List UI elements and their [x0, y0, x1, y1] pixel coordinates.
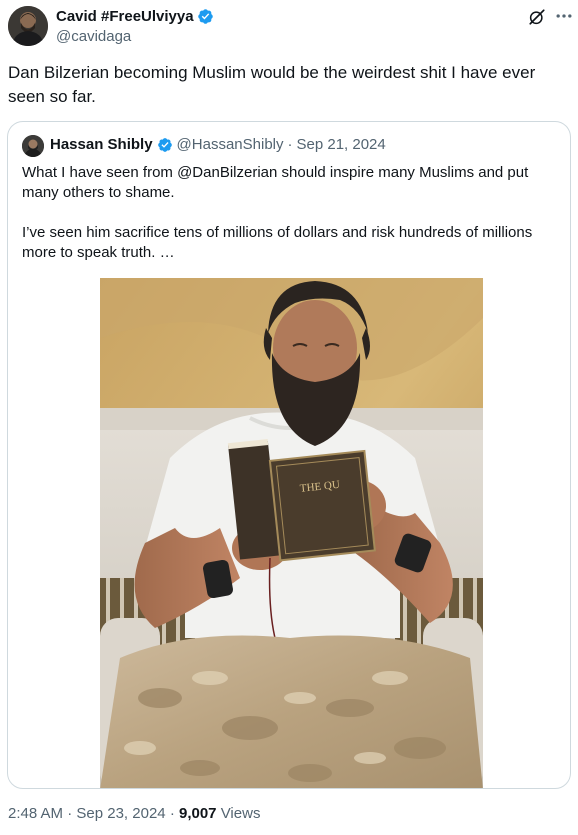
verified-badge-icon: [197, 9, 213, 24]
tweet-date[interactable]: Sep 23, 2024: [76, 805, 165, 822]
author-name[interactable]: Cavid #FreeUlviyya: [56, 8, 214, 25]
meta-separator: ·: [169, 805, 175, 822]
more-icon[interactable]: [554, 6, 574, 26]
quoted-author-handle[interactable]: @HassanShibly: [177, 136, 284, 153]
quoted-photo[interactable]: THE QU: [100, 278, 483, 788]
grok-icon[interactable]: [528, 8, 546, 26]
views-label: Views: [220, 805, 261, 822]
tweet-meta: 2:48 AM · Sep 23, 2024 · 9,007 Views: [8, 805, 260, 822]
quoted-header: Hassan Shibly @HassanShibly · Sep 21, 20…: [50, 136, 386, 153]
quoted-author-avatar[interactable]: [22, 135, 44, 157]
views-count: 9,007: [178, 805, 217, 822]
tweet: Cavid #FreeUlviyya @cavidaga Dan Bilzeri…: [0, 0, 578, 835]
author-handle[interactable]: @cavidaga: [56, 28, 131, 45]
quoted-author-name[interactable]: Hassan Shibly: [50, 136, 153, 153]
quoted-paragraph-1: What I have seen from @DanBilzerian shou…: [22, 164, 529, 201]
quoted-separator: ·: [287, 136, 293, 153]
quoted-paragraph-2: I’ve seen him sacrifice tens of millions…: [22, 224, 533, 261]
meta-separator: ·: [67, 805, 73, 822]
quoted-text: What I have seen from @DanBilzerian shou…: [22, 163, 552, 263]
tweet-text: Dan Bilzerian becoming Muslim would be t…: [8, 63, 536, 106]
author-avatar[interactable]: [8, 6, 48, 46]
verified-badge-icon: [157, 137, 172, 152]
quoted-tweet-card[interactable]: Hassan Shibly @HassanShibly · Sep 21, 20…: [7, 121, 571, 789]
author-name-text[interactable]: Cavid #FreeUlviyya: [56, 8, 194, 25]
quoted-date[interactable]: Sep 21, 2024: [297, 136, 386, 153]
tweet-time[interactable]: 2:48 AM: [8, 805, 63, 822]
